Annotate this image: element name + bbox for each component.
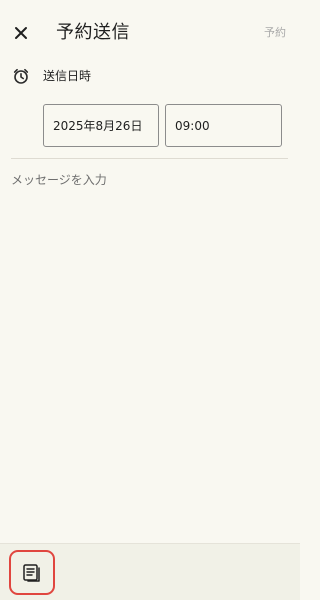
schedule-label: 送信日時 bbox=[43, 69, 92, 83]
close-icon[interactable] bbox=[13, 25, 29, 41]
header: 予約送信 予約 bbox=[0, 0, 300, 66]
close-button[interactable] bbox=[10, 22, 32, 44]
time-field[interactable]: 09:00 bbox=[165, 104, 282, 147]
template-button[interactable] bbox=[9, 550, 55, 595]
message-input[interactable] bbox=[11, 169, 288, 529]
schedule-row: 送信日時 bbox=[12, 66, 288, 88]
alarm-clock-icon bbox=[13, 68, 29, 84]
page-title: 予約送信 bbox=[56, 22, 130, 43]
divider bbox=[11, 158, 288, 159]
date-field[interactable]: 2025年8月26日 bbox=[43, 104, 159, 147]
schedule-submit-button[interactable]: 予約 bbox=[264, 25, 286, 41]
template-documents-icon[interactable] bbox=[21, 562, 43, 584]
bottom-toolbar bbox=[0, 543, 300, 600]
